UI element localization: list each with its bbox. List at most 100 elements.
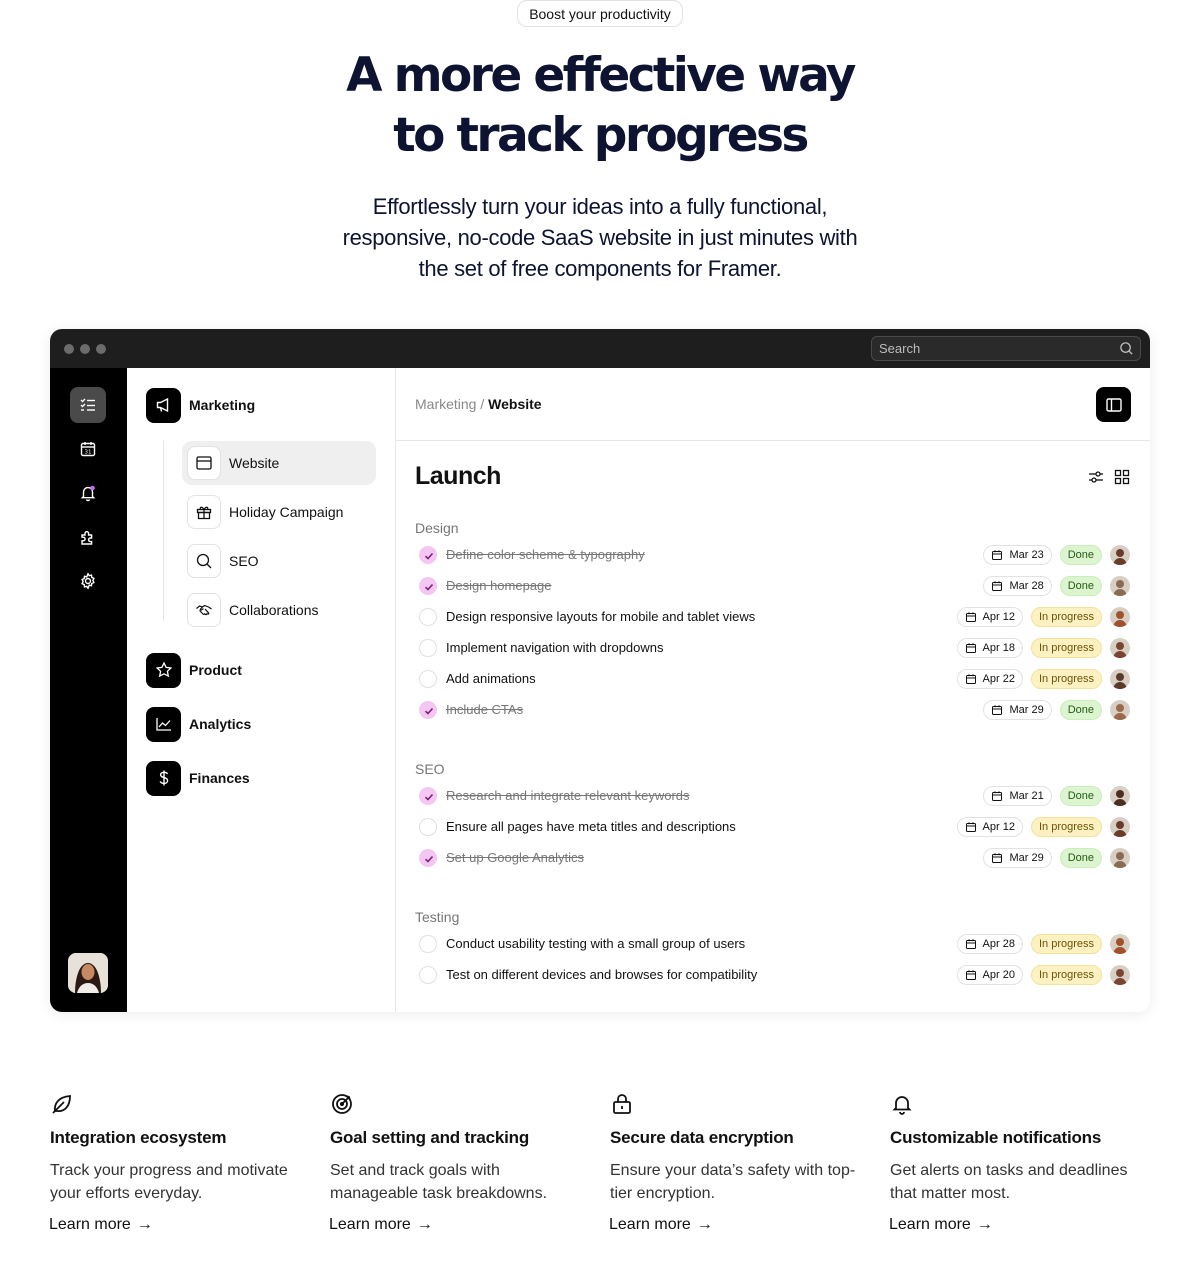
dollar-icon (146, 760, 181, 796)
hero-subtitle-line-1: Effortlessly turn your ideas into a full… (372, 194, 828, 219)
task-label: Research and integrate relevant keywords (446, 788, 690, 803)
star-icon (146, 652, 181, 688)
assignee-avatar-image (1110, 817, 1130, 837)
filter-sliders-icon[interactable] (1087, 468, 1105, 486)
due-date-chip[interactable]: Mar 21 (983, 786, 1052, 806)
task-row[interactable]: Add animations In progress Apr 22 (415, 666, 1130, 692)
assignee-avatar[interactable] (1110, 848, 1130, 868)
sidebar-group-label: Analytics (189, 716, 252, 732)
assignee-avatar[interactable] (1110, 965, 1130, 985)
learn-more-link[interactable]: Learn more → (609, 1216, 713, 1234)
task-checkbox[interactable] (419, 546, 437, 564)
task-checkbox[interactable] (419, 787, 437, 805)
task-row[interactable]: Test on different devices and browses fo… (415, 962, 1130, 988)
task-row[interactable]: Define color scheme & typography Done Mar … (415, 542, 1130, 568)
assignee-avatar[interactable] (1110, 607, 1130, 627)
rail-calendar-button[interactable]: 31 (70, 431, 106, 467)
task-label: Conduct usability testing with a small g… (446, 936, 746, 951)
sidebar-group-analytics[interactable]: Analytics (146, 706, 251, 742)
toggle-panel-button[interactable] (1096, 387, 1131, 422)
assignee-avatar[interactable] (1110, 576, 1130, 596)
search-input[interactable]: Search (871, 336, 1141, 361)
task-row[interactable]: Design homepage Done Mar 28 (415, 573, 1130, 599)
feature-integration: Integration ecosystem Track your progres… (49, 1092, 310, 1233)
due-date-chip[interactable]: Apr 28 (956, 934, 1023, 954)
task-checkbox[interactable] (419, 639, 437, 657)
assignee-avatar[interactable] (1110, 545, 1130, 565)
feature-notifications: Customizable notifications Get alerts on… (889, 1092, 1150, 1233)
assignee-avatar[interactable] (1110, 817, 1130, 837)
task-checkbox[interactable] (419, 849, 437, 867)
assignee-avatar-image (1110, 934, 1130, 954)
user-avatar-image (68, 953, 108, 993)
assignee-avatar[interactable] (1110, 934, 1130, 954)
due-date-chip[interactable]: Apr 18 (956, 638, 1023, 658)
status-badge: In progress (1030, 965, 1102, 985)
task-row[interactable]: Conduct usability testing with a small g… (415, 931, 1130, 957)
task-row[interactable]: Set up Google Analytics Done Mar 29 (415, 845, 1130, 871)
task-checkbox[interactable] (419, 577, 437, 595)
megaphone-icon (146, 387, 181, 423)
sidebar-item-holiday-campaign[interactable]: Holiday Campaign (182, 490, 376, 534)
task-checkbox[interactable] (419, 608, 437, 626)
sidebar-group-marketing[interactable]: Marketing (146, 387, 255, 423)
rail-settings-button[interactable] (70, 563, 106, 599)
sidebar-item-collaborations[interactable]: Collaborations (182, 588, 376, 632)
learn-more-link[interactable]: Learn more → (889, 1216, 993, 1234)
breadcrumb-parent[interactable]: Marketing (415, 396, 476, 412)
sidebar-group-finances[interactable]: Finances (146, 760, 250, 796)
page-title: Launch (415, 462, 501, 490)
status-badge: In progress (1030, 817, 1102, 837)
feature-goal-setting: Goal setting and tracking Set and track … (329, 1092, 590, 1233)
assignee-avatar[interactable] (1110, 638, 1130, 658)
calendar-icon (965, 970, 976, 980)
due-date-chip[interactable]: Mar 29 (983, 848, 1052, 868)
puzzle-icon (81, 531, 93, 545)
user-avatar[interactable] (68, 953, 108, 993)
assignee-avatar[interactable] (1110, 669, 1130, 689)
learn-more-link[interactable]: Learn more → (49, 1216, 153, 1234)
task-checkbox[interactable] (419, 818, 437, 836)
due-date-chip[interactable]: Apr 12 (956, 607, 1023, 627)
rail-notifications-button[interactable] (70, 475, 106, 511)
learn-more-link[interactable]: Learn more → (329, 1216, 433, 1234)
due-date-chip[interactable]: Mar 28 (983, 576, 1052, 596)
window-maximize-dot[interactable] (96, 344, 106, 354)
arrow-right-icon: → (976, 1216, 993, 1233)
sidebar-group-product[interactable]: Product (146, 652, 242, 688)
feature-title: Secure data encryption (610, 1128, 794, 1147)
window-minimize-dot[interactable] (80, 344, 90, 354)
task-row[interactable]: Research and integrate relevant keywords… (415, 783, 1130, 809)
task-row[interactable]: Ensure all pages have meta titles and de… (415, 814, 1130, 840)
task-checkbox[interactable] (419, 935, 437, 953)
task-row[interactable]: Implement navigation with dropdowns In pr… (415, 635, 1130, 661)
due-date-chip[interactable]: Mar 29 (983, 700, 1052, 720)
task-label: Test on different devices and browses fo… (446, 967, 758, 982)
rail-tasks-button[interactable] (70, 387, 106, 423)
target-icon (332, 1094, 352, 1114)
task-checkbox[interactable] (419, 966, 437, 984)
task-row[interactable]: Design responsive layouts for mobile and… (415, 604, 1130, 630)
sidebar-tree-line (163, 441, 164, 621)
status-badge: Done (1059, 545, 1102, 565)
due-date-chip[interactable]: Mar 23 (983, 545, 1052, 565)
chart-icon (146, 706, 181, 742)
assignee-avatar[interactable] (1110, 700, 1130, 720)
sidebar-group-label: Marketing (189, 397, 256, 413)
sidebar-item-seo[interactable]: SEO (182, 539, 376, 583)
rail-integrations-button[interactable] (70, 519, 106, 555)
task-checkbox[interactable] (419, 670, 437, 688)
due-date-chip[interactable]: Apr 12 (956, 817, 1023, 837)
assignee-avatar[interactable] (1110, 786, 1130, 806)
feature-encryption: Secure data encryption Ensure your data’… (609, 1092, 870, 1233)
sidebar-item-website[interactable]: Website (182, 441, 376, 485)
task-checkbox[interactable] (419, 701, 437, 719)
sidebar-item-label: SEO (229, 553, 259, 569)
window-close-dot[interactable] (64, 344, 74, 354)
browser-icon (187, 446, 221, 480)
task-row[interactable]: Include CTAs Done Mar 29 (415, 697, 1130, 723)
due-date-chip[interactable]: Apr 22 (956, 669, 1023, 689)
arrow-right-icon: → (416, 1216, 433, 1233)
grid-view-icon[interactable] (1113, 468, 1131, 486)
due-date-chip[interactable]: Apr 20 (956, 965, 1023, 985)
